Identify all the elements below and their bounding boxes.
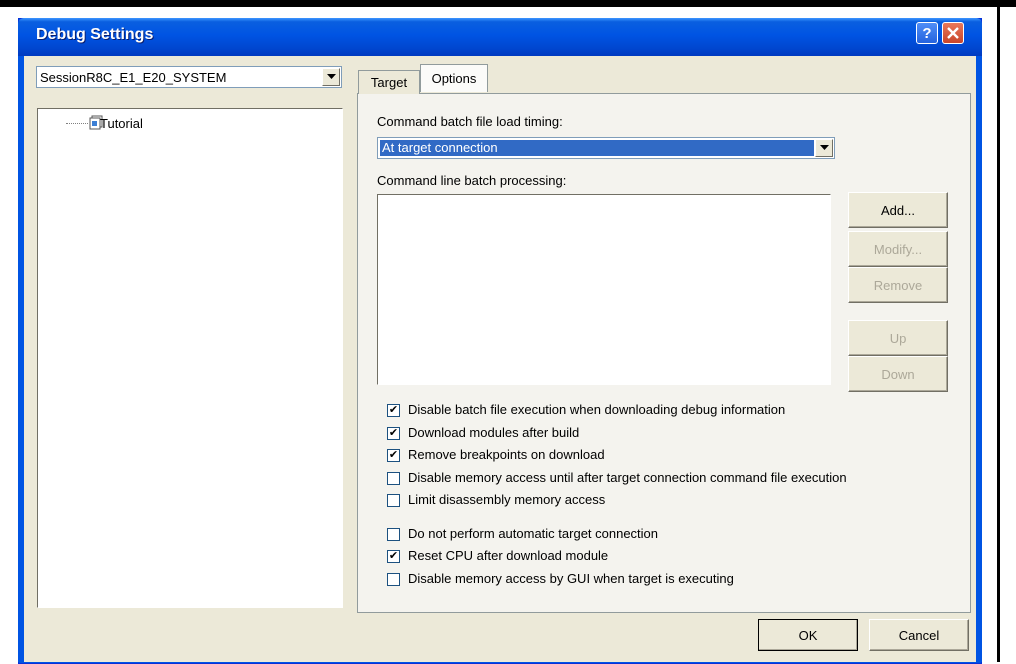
ok-button[interactable]: OK (758, 619, 858, 651)
help-icon: ? (922, 24, 932, 42)
batch-label: Command line batch processing: (377, 173, 567, 188)
window-frame-right (976, 56, 982, 662)
add-button[interactable]: Add... (848, 192, 948, 228)
session-select-value: SessionR8C_E1_E20_SYSTEM (40, 70, 227, 85)
window-title: Debug Settings (36, 26, 154, 43)
checkbox-disable-batch-on-download[interactable]: ✔ (387, 404, 400, 417)
modify-button[interactable]: Modify... (848, 231, 948, 267)
checkbox-label: Reset CPU after download module (408, 548, 609, 563)
close-button[interactable] (942, 22, 964, 44)
tab-options[interactable]: Options (420, 64, 488, 92)
checkbox-label: Download modules after build (408, 425, 580, 440)
tree-connector (66, 123, 88, 124)
screen-border-top (0, 0, 1016, 7)
session-dropdown-button[interactable] (322, 68, 340, 86)
session-tree[interactable]: Tutorial (37, 108, 343, 608)
tree-item-tutorial[interactable]: Tutorial (100, 116, 143, 131)
tab-target[interactable]: Target (358, 70, 420, 94)
checkbox-limit-disassembly[interactable] (387, 494, 400, 507)
timing-label: Command batch file load timing: (377, 114, 563, 129)
checkbox-download-after-build[interactable]: ✔ (387, 427, 400, 440)
chevron-down-icon (326, 74, 336, 79)
checkbox-label: Do not perform automatic target connecti… (408, 526, 659, 541)
checkbox-disable-memory-until-connection[interactable] (387, 472, 400, 485)
down-button[interactable]: Down (848, 356, 948, 392)
screen-border-right (997, 0, 1000, 662)
chevron-down-icon (819, 145, 829, 150)
up-button[interactable]: Up (848, 320, 948, 356)
checkbox-remove-breakpoints[interactable]: ✔ (387, 449, 400, 462)
title-bar[interactable] (18, 18, 982, 56)
cancel-button[interactable]: Cancel (869, 619, 969, 651)
batch-command-list[interactable] (377, 194, 831, 385)
checkbox-disable-gui-memory-access[interactable] (387, 573, 400, 586)
checkbox-label: Disable memory access until after target… (408, 470, 847, 485)
remove-button[interactable]: Remove (848, 267, 948, 303)
checkbox-label: Limit disassembly memory access (408, 492, 606, 507)
timing-select-value: At target connection (380, 140, 814, 156)
help-button[interactable]: ? (916, 22, 938, 44)
checkbox-label: Remove breakpoints on download (408, 447, 605, 462)
checkbox-reset-cpu[interactable]: ✔ (387, 550, 400, 563)
checkbox-no-auto-connect[interactable] (387, 528, 400, 541)
checkbox-label: Disable memory access by GUI when target… (408, 571, 734, 586)
window-frame-left (18, 56, 24, 662)
timing-select[interactable]: At target connection (377, 137, 835, 159)
session-select[interactable]: SessionR8C_E1_E20_SYSTEM (36, 66, 342, 88)
close-icon (947, 27, 959, 39)
timing-dropdown-button[interactable] (815, 139, 833, 157)
checkbox-label: Disable batch file execution when downlo… (408, 402, 786, 417)
